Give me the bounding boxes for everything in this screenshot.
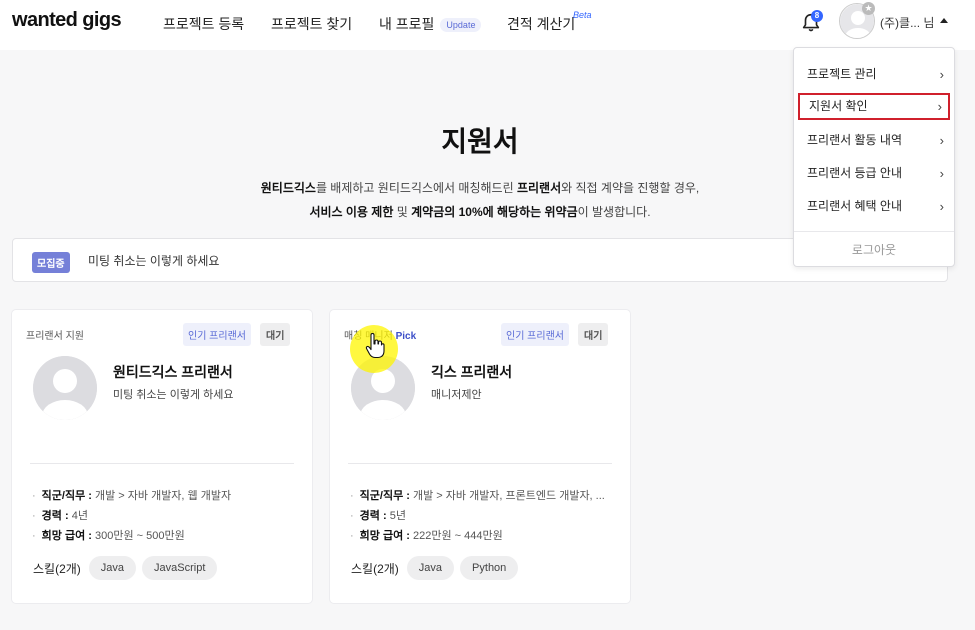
chevron-right-icon: › [939, 133, 944, 148]
skill-chip: Python [460, 556, 519, 580]
card-type-label: 프리랜서 지원 [26, 331, 84, 342]
menu-item-activity-history[interactable]: 프리랜서 활동 내역 › [798, 127, 950, 154]
top-header: wanted gigs 프로젝트 등록 프로젝트 찾기 내 프로필 Update … [0, 0, 975, 50]
info-career: · 경력 : 5년 [350, 510, 406, 522]
recruit-bar-text: 미팅 취소는 이렇게 하세요 [88, 254, 220, 268]
info-job: · 직군/직무 : 개발 > 자바 개발자, 웹 개발자 [32, 490, 232, 502]
freelancer-name: 긱스 프리랜서 [431, 364, 513, 380]
skill-chip: Java [406, 556, 455, 580]
menu-item-application-check[interactable]: 지원서 확인 › [798, 93, 950, 120]
status-tag: 대기 [260, 323, 291, 346]
logout-button[interactable]: 로그아웃 [794, 241, 954, 258]
status-tag: 대기 [578, 323, 609, 346]
chevron-right-icon: › [939, 199, 944, 214]
logo[interactable]: wanted gigs [12, 9, 122, 32]
hand-cursor-icon [365, 333, 385, 359]
star-icon: ★ [862, 2, 875, 15]
freelancer-info: · 직군/직무 : 개발 > 자바 개발자, 웹 개발자 · 경력 : 4년 · 희망… [32, 486, 231, 546]
skills-row: 스킬(2개) Java JavaScript [33, 556, 218, 580]
update-badge: Update [440, 18, 482, 33]
nav-estimate-calculator[interactable]: 견적 계산기 Beta [507, 10, 592, 34]
nav-project-find[interactable]: 프로젝트 찾기 [271, 14, 352, 34]
user-dropdown-menu: 프로젝트 관리 › 지원서 확인 › 프리랜서 활동 내역 › 프리랜서 등급 안내 ›… [793, 47, 955, 267]
nav-my-profile-label: 내 프로필 [379, 16, 435, 32]
popular-freelancer-tag: 인기 프리랜서 [501, 323, 569, 346]
chevron-right-icon: › [939, 67, 944, 82]
recruit-status-badge: 모집중 [32, 252, 70, 273]
menu-item-project-manage[interactable]: 프로젝트 관리 › [798, 61, 950, 88]
skill-chip: JavaScript [142, 556, 218, 580]
default-avatar-icon [33, 356, 97, 420]
skills-row: 스킬(2개) Java Python [351, 556, 519, 580]
caret-up-icon[interactable] [940, 18, 948, 23]
nav-project-register[interactable]: 프로젝트 등록 [163, 14, 244, 34]
freelancer-desc: 미팅 취소는 이렇게 하세요 [113, 389, 234, 401]
freelancer-name: 원티드긱스 프리랜서 [113, 364, 233, 380]
skills-label: 스킬(2개) [33, 561, 81, 576]
user-name[interactable]: (주)클... 님 [880, 14, 934, 31]
info-salary: · 희망 급여 : 300만원 ~ 500만원 [32, 530, 185, 542]
beta-badge: Beta [573, 10, 592, 20]
freelancer-desc: 매니저제안 [431, 389, 482, 401]
chevron-right-icon: › [939, 166, 944, 181]
info-salary: · 희망 급여 : 222만원 ~ 444만원 [350, 530, 503, 542]
applicant-card[interactable]: 프리랜서 지원 인기 프리랜서 대기 원티드긱스 프리랜서 미팅 취소는 이렇게… [12, 310, 312, 603]
divider [348, 463, 612, 464]
nav-my-profile[interactable]: 내 프로필 Update [379, 14, 482, 34]
popular-freelancer-tag: 인기 프리랜서 [183, 323, 251, 346]
freelancer-info: · 직군/직무 : 개발 > 자바 개발자, 프론트엔드 개발자, ... · 경력… [350, 486, 605, 546]
notification-count-badge: 8 [811, 10, 823, 22]
chevron-right-icon: › [937, 99, 942, 114]
nav-estimate-label: 견적 계산기 [507, 16, 576, 32]
menu-item-grade-guide[interactable]: 프리랜서 등급 안내 › [798, 160, 950, 187]
divider [30, 463, 294, 464]
menu-item-benefit-guide[interactable]: 프리랜서 혜택 안내 › [798, 193, 950, 220]
info-career: · 경력 : 4년 [32, 510, 88, 522]
freelancer-avatar [33, 356, 97, 420]
skills-label: 스킬(2개) [351, 561, 399, 576]
menu-divider [794, 231, 954, 232]
skill-chip: Java [88, 556, 137, 580]
info-job: · 직군/직무 : 개발 > 자바 개발자, 프론트엔드 개발자, ... [350, 490, 605, 502]
